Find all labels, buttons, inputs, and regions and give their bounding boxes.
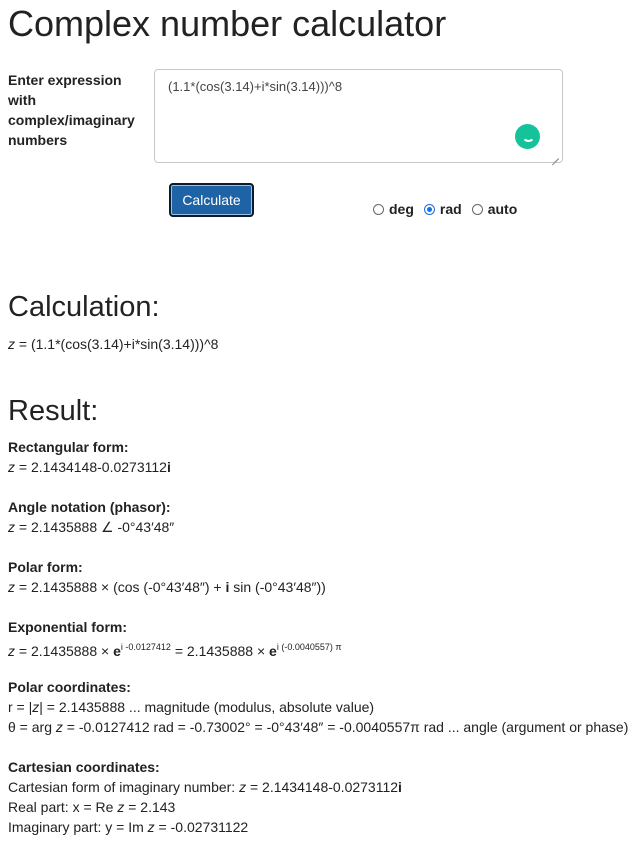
- angle-mode-group: deg rad auto: [373, 201, 527, 217]
- polar-heading: Polar form:: [8, 559, 83, 575]
- imag-pre: Imaginary part: y = Im: [8, 819, 148, 835]
- z-var: z: [8, 336, 15, 352]
- radio-rad[interactable]: rad: [423, 201, 462, 217]
- exp-pre: = 2.1435888 ×: [15, 643, 114, 659]
- polar-post: sin (-0°43′48″)): [229, 579, 326, 595]
- radio-auto-label[interactable]: auto: [488, 201, 518, 217]
- exponential-value: z = 2.1435888 × ei -0.0127412 = 2.143588…: [8, 637, 342, 661]
- grammarly-icon[interactable]: [515, 124, 540, 149]
- exp-sup-2: i (-0.0040557) π: [276, 642, 342, 652]
- r-pre: r = |: [8, 699, 33, 715]
- rectangular-value: z = 2.1434148-0.0273112i: [8, 457, 171, 477]
- exp-sup-1: i -0.0127412: [120, 642, 171, 652]
- polar-r-line: r = |z| = 2.1435888 ... magnitude (modul…: [8, 697, 374, 717]
- radio-auto-icon[interactable]: [471, 203, 483, 215]
- radio-auto[interactable]: auto: [471, 201, 518, 217]
- z-var: z: [8, 643, 15, 659]
- radio-deg-icon[interactable]: [373, 203, 384, 215]
- real-pre: Real part: x = Re: [8, 799, 118, 815]
- z-var: z: [55, 719, 63, 735]
- calculation-heading: Calculation:: [8, 291, 160, 323]
- exponential-heading: Exponential form:: [8, 619, 128, 635]
- rectangular-heading: Rectangular form:: [8, 439, 129, 455]
- theta-pre: θ = arg: [8, 719, 56, 735]
- euler-e: e: [113, 643, 121, 659]
- radio-deg-label[interactable]: deg: [389, 201, 414, 217]
- angle-heading: Angle notation (phasor):: [8, 499, 171, 515]
- theta-post: = -0.0127412 rad = -0.73002° = -0°43′48″…: [62, 719, 629, 735]
- imag-part-line: Imaginary part: y = Im z = -0.02731122: [8, 817, 248, 837]
- expression-input[interactable]: (1.1*(cos(3.14)+i*sin(3.14)))^8: [154, 69, 563, 163]
- calculate-button[interactable]: Calculate: [169, 183, 254, 217]
- calculation-expression: = (1.1*(cos(3.14)+i*sin(3.14)))^8: [15, 336, 219, 352]
- cartesian-form-line: Cartesian form of imaginary number: z = …: [8, 777, 402, 797]
- angle-value: z = 2.1435888 ∠ -0°43′48″: [8, 517, 174, 537]
- polar-theta-line: θ = arg z = -0.0127412 rad = -0.73002° =…: [8, 717, 628, 737]
- cartesian-heading: Cartesian coordinates:: [8, 759, 160, 775]
- angle-number: = 2.1435888 ∠ -0°43′48″: [15, 519, 175, 535]
- r-post: | = 2.1435888 ... magnitude (modulus, ab…: [39, 699, 375, 715]
- exp-mid: = 2.1435888 ×: [170, 643, 270, 659]
- polar-value: z = 2.1435888 × (cos (-0°43′48″) + i sin…: [8, 577, 326, 597]
- calculation-line: z = (1.1*(cos(3.14)+i*sin(3.14)))^8: [8, 334, 218, 354]
- imaginary-unit: i: [166, 459, 171, 475]
- euler-e: e: [269, 643, 277, 659]
- cartesian-form-value: = 2.1434148-0.0273112: [246, 779, 399, 795]
- result-heading: Result:: [8, 395, 99, 427]
- z-var: z: [8, 519, 15, 535]
- cartesian-form-pre: Cartesian form of imaginary number:: [8, 779, 240, 795]
- imaginary-unit: i: [398, 779, 402, 795]
- page-title: Complex number calculator: [8, 3, 447, 44]
- radio-deg[interactable]: deg: [373, 201, 414, 217]
- rectangular-number: = 2.1434148-0.0273112: [15, 459, 167, 475]
- z-var: z: [8, 579, 15, 595]
- real-part-line: Real part: x = Re z = 2.143: [8, 797, 175, 817]
- imag-value: = -0.02731122: [154, 819, 249, 835]
- polar-coords-heading: Polar coordinates:: [8, 679, 131, 695]
- radio-rad-icon[interactable]: [423, 203, 435, 215]
- radio-rad-label[interactable]: rad: [440, 201, 462, 217]
- real-value: = 2.143: [124, 799, 176, 815]
- z-var: z: [147, 819, 155, 835]
- resize-grip-icon[interactable]: [550, 150, 560, 160]
- polar-pre: = 2.1435888 × (cos (-0°43′48″) +: [15, 579, 226, 595]
- expression-label: Enter expression with complex/imaginary …: [8, 72, 135, 148]
- z-var: z: [8, 459, 15, 475]
